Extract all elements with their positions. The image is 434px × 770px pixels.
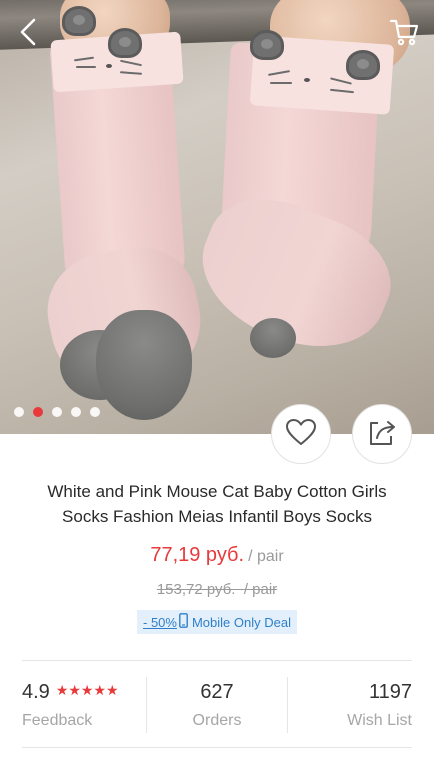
product-stats: 4.9 ★★★★★ Feedback 627 Orders 1197 Wish L… <box>0 661 434 747</box>
gallery-dot[interactable] <box>52 407 62 417</box>
wishlist-button[interactable] <box>271 404 331 464</box>
gallery-pagination <box>14 407 100 417</box>
original-price: 153,72 руб. <box>156 581 236 598</box>
rating-value-row: 4.9 ★★★★★ <box>22 681 119 704</box>
orders-label: Orders <box>192 712 242 729</box>
orders-count: 627 <box>200 681 234 703</box>
original-price-row: 153,72 руб. / pair <box>0 581 434 598</box>
rating-value: 4.9 <box>22 681 50 703</box>
orders-stat[interactable]: 627 Orders <box>147 661 287 747</box>
divider-bottom <box>22 747 412 748</box>
cart-icon <box>389 18 419 46</box>
share-button[interactable] <box>352 404 412 464</box>
current-price: 77,19 руб. <box>150 544 245 566</box>
price-unit: / pair <box>248 548 284 565</box>
price-row: 77,19 руб. / pair <box>0 544 434 567</box>
feedback-label: Feedback <box>22 712 93 729</box>
heart-icon <box>285 418 317 451</box>
back-button[interactable] <box>8 12 48 52</box>
wishlist-label: Wish List <box>347 712 412 729</box>
photo-sock-right <box>0 0 434 434</box>
gallery-dot[interactable] <box>90 407 100 417</box>
rating-stars: ★★★★★ <box>55 682 119 698</box>
share-icon <box>367 417 397 452</box>
gallery-dot[interactable] <box>71 407 81 417</box>
product-image[interactable] <box>0 0 434 434</box>
chevron-left-icon <box>19 18 37 46</box>
discount-percent: - 50% <box>143 614 177 630</box>
deal-label: Mobile Only Deal <box>191 614 291 630</box>
mobile-phone-icon <box>179 613 188 631</box>
product-title: White and Pink Mouse Cat Baby Cotton Gir… <box>47 482 387 526</box>
gallery-dot[interactable] <box>14 407 24 417</box>
mobile-deal-badge[interactable]: - 50% Mobile Only Deal <box>137 610 297 634</box>
cart-button[interactable] <box>384 12 424 52</box>
original-price-unit: / pair <box>243 581 278 598</box>
feedback-stat[interactable]: 4.9 ★★★★★ Feedback <box>22 661 146 747</box>
gallery-dot-active[interactable] <box>33 407 43 417</box>
wishlist-count: 1197 <box>368 681 412 703</box>
wishlist-stat[interactable]: 1197 Wish List <box>288 661 412 747</box>
